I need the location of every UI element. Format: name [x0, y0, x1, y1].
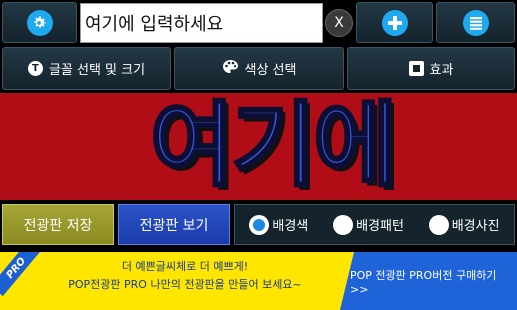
effect-button[interactable]: 효과 [347, 47, 515, 90]
add-button[interactable] [356, 2, 433, 43]
bg-option-pattern-label: 배경패턴 [356, 219, 404, 234]
ad-text: 더 예쁜글씨체로 더 예쁘게! POP전광판 PRO 나만의 전광판을 만들어 … [40, 258, 330, 294]
sign-preview-canvas: 여기에 [0, 93, 517, 200]
bg-option-photo-label: 배경사진 [451, 219, 500, 234]
pro-ribbon: PRO [0, 252, 42, 297]
sign-preview-text: 여기에 [149, 93, 400, 200]
font-icon: T [27, 61, 43, 76]
radio-checked-icon [249, 214, 270, 235]
ad-cta-button[interactable]: POP 전광판 PRO버전 구매하기 >> [340, 252, 517, 310]
font-select-button[interactable]: T 글꼴 선택 및 크기 [2, 47, 171, 90]
text-input-container [80, 3, 323, 43]
ad-line-1: 더 예쁜글씨체로 더 예쁘게! [121, 260, 249, 273]
plus-icon [381, 9, 408, 36]
background-options: 배경색 배경패턴 배경사진 [234, 204, 515, 245]
palette-icon [222, 59, 239, 78]
effect-icon [408, 61, 424, 76]
radio-unchecked-icon [428, 214, 449, 235]
ad-banner[interactable]: PRO 더 예쁜글씨체로 더 예쁘게! POP전광판 PRO 나만의 전광판을 … [0, 252, 517, 310]
bg-option-color[interactable]: 배경색 [249, 214, 309, 235]
gear-icon [26, 9, 53, 36]
bg-option-photo[interactable]: 배경사진 [428, 214, 500, 235]
ad-cta-label: POP 전광판 PRO버전 구매하기 >> [350, 268, 497, 296]
bg-option-pattern[interactable]: 배경패턴 [333, 214, 404, 235]
color-select-button[interactable]: 색상 선택 [174, 47, 344, 90]
clear-icon: X [334, 15, 344, 31]
ad-line-2: POP전광판 PRO 나만의 전광판을 만들어 보세요~ [68, 278, 302, 291]
font-select-label: 글꼴 선택 및 크기 [48, 63, 146, 78]
save-sign-button[interactable]: 전광판 저장 [2, 204, 114, 245]
menu-button[interactable] [436, 2, 515, 43]
color-select-label: 색상 선택 [244, 63, 297, 78]
view-sign-button[interactable]: 전광판 보기 [118, 204, 230, 245]
clear-button[interactable]: X [325, 9, 353, 37]
menu-list-icon [462, 9, 489, 36]
bg-option-color-label: 배경색 [272, 219, 309, 234]
effect-label: 효과 [429, 63, 454, 78]
text-input[interactable] [85, 12, 322, 34]
radio-unchecked-icon [333, 214, 354, 235]
settings-button[interactable] [2, 2, 77, 43]
